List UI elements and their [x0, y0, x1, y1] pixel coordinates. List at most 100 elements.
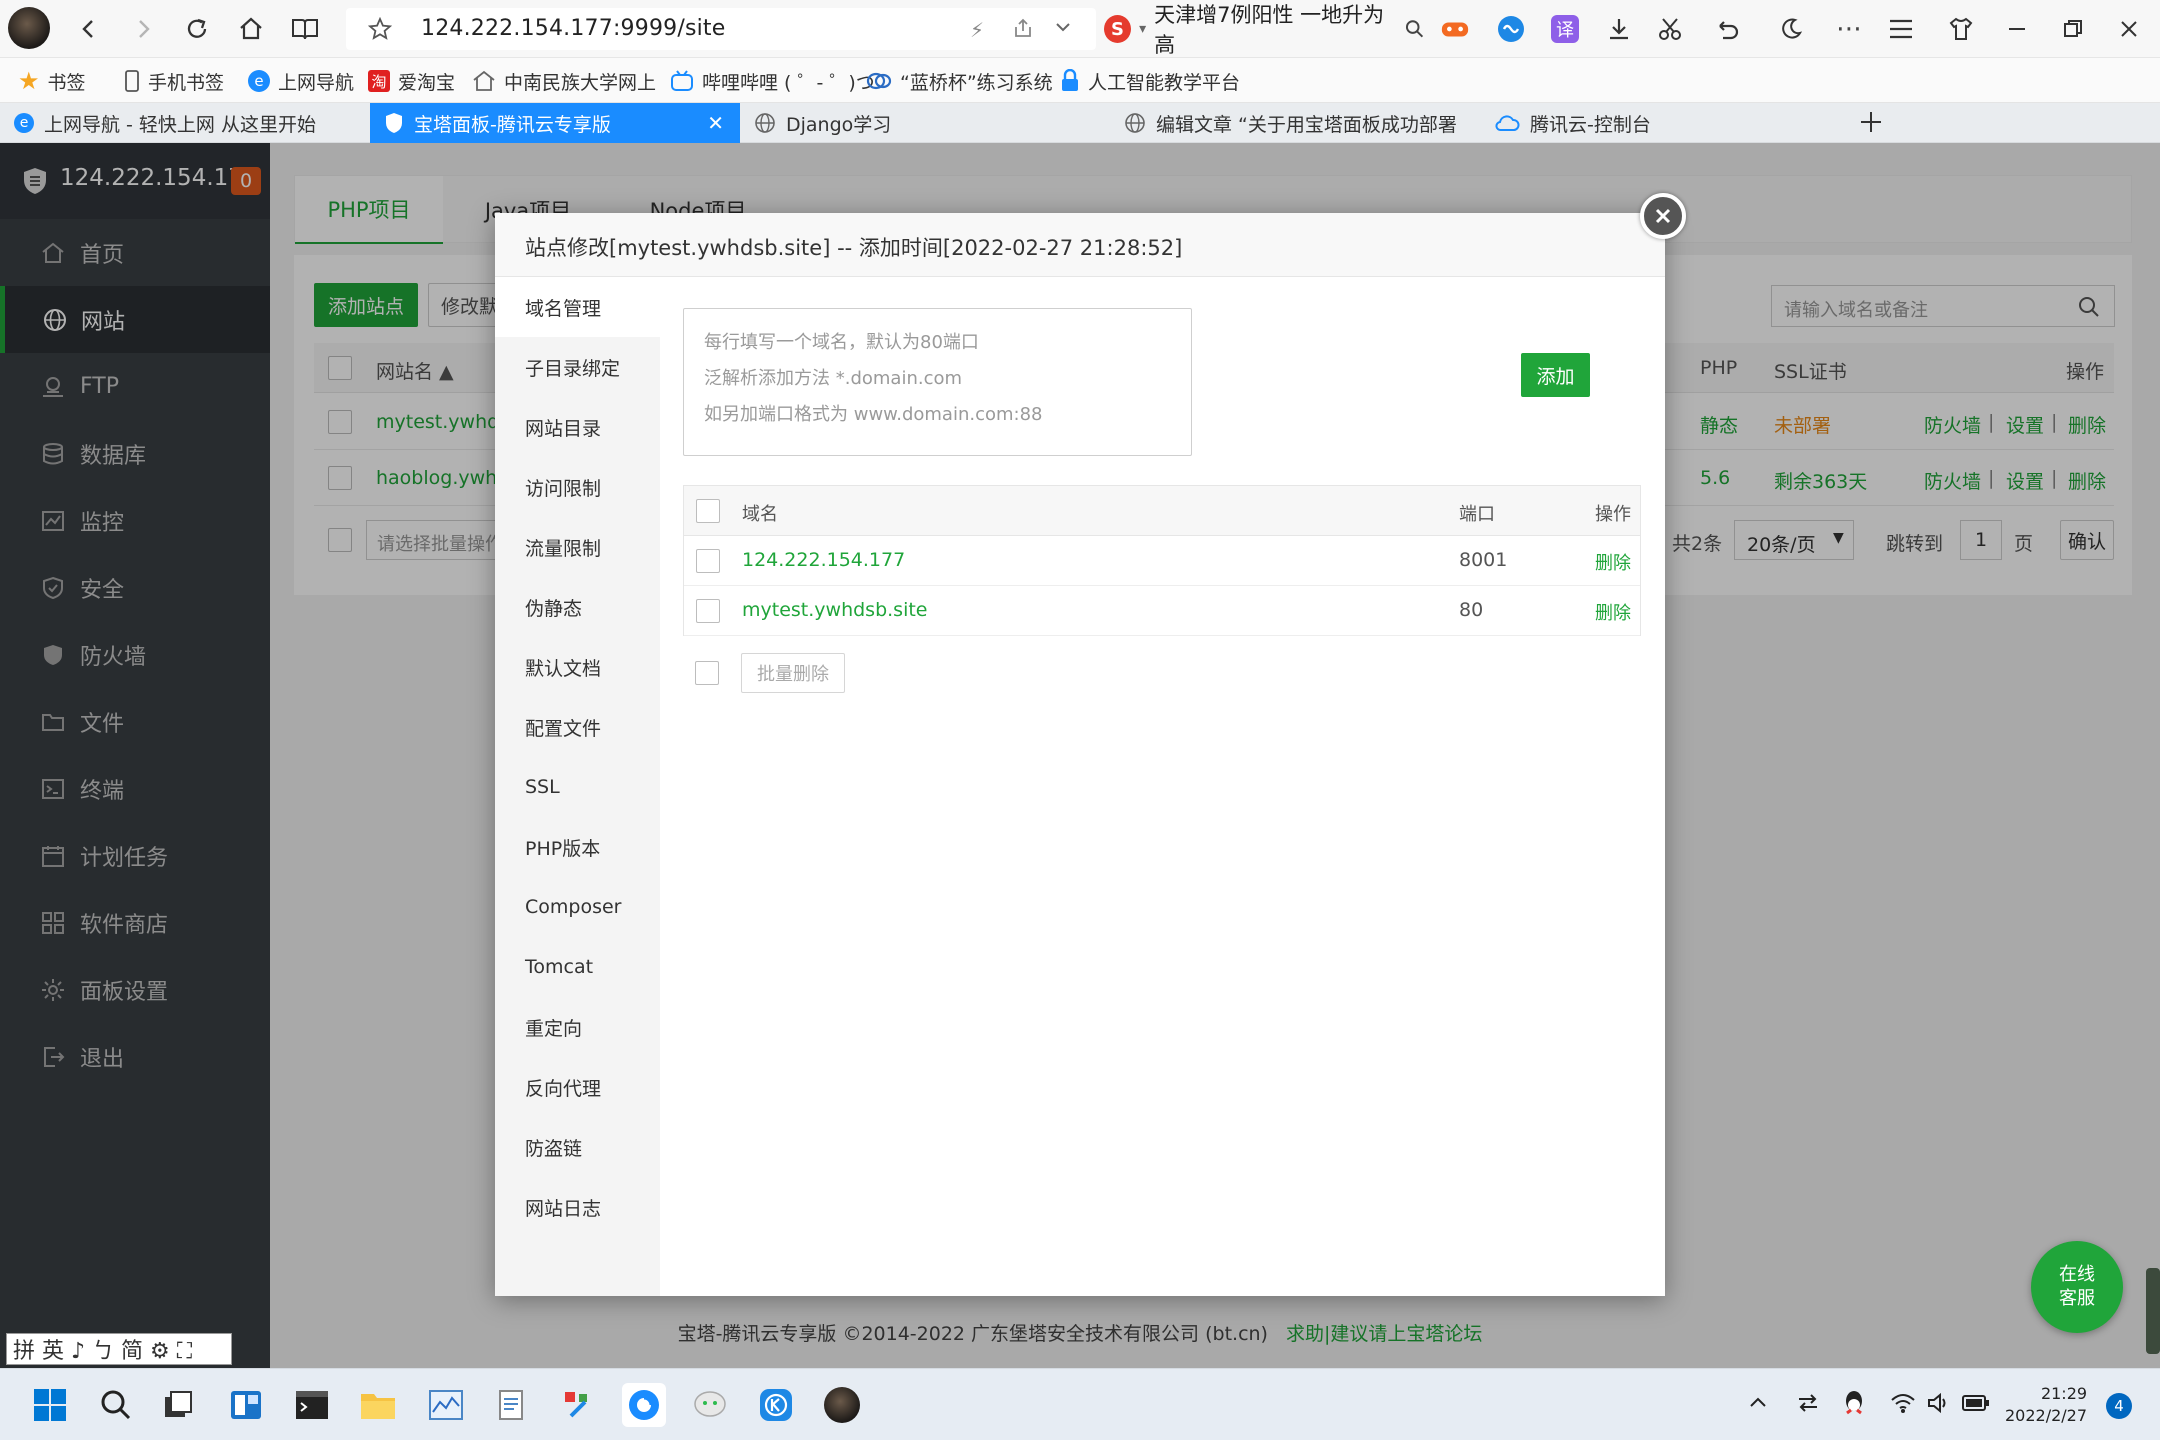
domain-link[interactable]: 124.222.154.177 — [742, 549, 905, 571]
bluetooth-transfer-icon[interactable] — [1796, 1391, 1820, 1415]
bookmark-bilibili[interactable]: 哔哩哔哩 ( ゜- ゜)つ — [670, 68, 875, 94]
menu-reverse-proxy[interactable]: 反向代理 — [495, 1057, 660, 1117]
share-icon[interactable] — [1012, 17, 1034, 39]
bookmark-ai[interactable]: 人工智能教学平台 — [1060, 68, 1240, 94]
tab-baota[interactable]: 宝塔面板-腾讯云专享版 ✕ — [370, 103, 740, 143]
online-service-button[interactable]: 在线 客服 — [2031, 1241, 2123, 1333]
k-app-icon[interactable] — [754, 1383, 798, 1427]
news-search-box[interactable]: S ▾ 天津增7例阳性 一地升为高 — [1104, 3, 1424, 57]
widgets-icon[interactable] — [224, 1383, 268, 1427]
scissors-icon[interactable] — [1656, 14, 1686, 44]
more-icon[interactable]: ⋯ — [1834, 14, 1864, 44]
news-headline[interactable]: 天津增7例阳性 一地升为高 — [1154, 0, 1397, 59]
notepad-icon[interactable] — [490, 1383, 534, 1427]
textarea-hint-line: 每行填写一个域名，默认为80端口 — [704, 332, 979, 353]
reader-icon[interactable] — [290, 14, 320, 44]
tab-tencent-cloud[interactable]: 腾讯云-控制台 — [1480, 103, 1850, 143]
bookmark-nav[interactable]: e 上网导航 — [248, 68, 354, 94]
translate-icon[interactable]: 译 — [1550, 14, 1580, 44]
game-icon[interactable] — [1440, 14, 1470, 44]
search-icon[interactable] — [1405, 19, 1424, 39]
ime-toolbar[interactable]: 拼 英 ♪ ㄅ 简 ⚙ ⛶ — [6, 1333, 232, 1365]
tab-nav[interactable]: e 上网导航 - 轻快上网 从这里开始 — [0, 103, 370, 143]
volume-icon[interactable] — [1926, 1391, 1950, 1415]
menu-site-directory[interactable]: 网站目录 — [495, 397, 660, 457]
side-scroll-widget[interactable] — [2146, 1268, 2160, 1354]
menu-ssl[interactable]: SSL — [495, 757, 660, 817]
extension-icon[interactable] — [1496, 14, 1526, 44]
row-checkbox[interactable] — [696, 549, 720, 573]
clock-time: 21:29 — [2040, 1384, 2088, 1403]
batch-checkbox[interactable] — [695, 661, 719, 685]
menu-traffic-limit[interactable]: 流量限制 — [495, 517, 660, 577]
tab-django[interactable]: Django学习 — [740, 103, 1110, 143]
url-text[interactable]: 124.222.154.177:9999/site — [421, 16, 726, 41]
undo-icon[interactable] — [1712, 14, 1742, 44]
close-dialog-button[interactable] — [1640, 193, 1686, 239]
terminal-icon[interactable] — [290, 1383, 334, 1427]
bookmark-taobao[interactable]: 淘爱淘宝 — [368, 68, 455, 94]
bookmark-lanqiao[interactable]: “蓝桥杯”练习系统 — [866, 68, 1053, 94]
download-icon[interactable] — [1604, 14, 1634, 44]
back-icon[interactable] — [74, 14, 104, 44]
wechat-icon[interactable] — [688, 1383, 732, 1427]
task-view-icon[interactable] — [156, 1383, 200, 1427]
notification-badge[interactable]: 4 — [2106, 1393, 2132, 1419]
delete-domain-link[interactable]: 删除 — [1595, 549, 1631, 575]
profile-avatar[interactable] — [8, 7, 50, 49]
delete-domain-link[interactable]: 删除 — [1595, 599, 1631, 625]
menu-php-version[interactable]: PHP版本 — [495, 817, 660, 877]
system-clock[interactable]: 21:29 2022/2/27 — [2005, 1383, 2087, 1427]
home-icon[interactable] — [236, 14, 266, 44]
reload-icon[interactable] — [182, 14, 212, 44]
menu-subdirectory-binding[interactable]: 子目录绑定 — [495, 337, 660, 397]
shirt-icon[interactable] — [1946, 14, 1976, 44]
domain-link[interactable]: mytest.ywhdsb.site — [742, 599, 927, 621]
menu-redirect[interactable]: 重定向 — [495, 997, 660, 1057]
bookmark-folder[interactable]: ★ 书签 — [18, 67, 86, 95]
paint-tool-icon[interactable] — [556, 1383, 600, 1427]
bookmark-school[interactable]: 中南民族大学网上 — [472, 68, 656, 94]
browser-icon[interactable] — [622, 1383, 666, 1427]
lightning-icon[interactable]: ⚡ — [970, 18, 984, 42]
start-icon[interactable] — [28, 1383, 72, 1427]
chevron-up-icon[interactable] — [1748, 1395, 1768, 1409]
menu-rewrite[interactable]: 伪静态 — [495, 577, 660, 637]
address-bar[interactable]: 124.222.154.177:9999/site ⚡ — [346, 8, 1096, 50]
star-icon[interactable] — [368, 17, 392, 41]
restore-icon[interactable] — [2058, 14, 2088, 44]
moon-icon[interactable] — [1776, 14, 1806, 44]
file-explorer-icon[interactable] — [356, 1383, 400, 1427]
add-domain-button[interactable]: 添加 — [1521, 353, 1590, 397]
search-icon[interactable] — [94, 1383, 138, 1427]
menu-site-logs[interactable]: 网站日志 — [495, 1177, 660, 1237]
bookmark-mobile[interactable]: 手机书签 — [124, 68, 224, 94]
menu-hotlink-protection[interactable]: 防盗链 — [495, 1117, 660, 1177]
dialog-title: 站点修改[mytest.ywhdsb.site] -- 添加时间[2022-02… — [525, 236, 1183, 260]
menu-tomcat[interactable]: Tomcat — [495, 937, 660, 997]
menu-config-file[interactable]: 配置文件 — [495, 697, 660, 757]
battery-icon[interactable] — [1962, 1393, 1990, 1413]
qq-icon[interactable] — [1842, 1389, 1866, 1417]
new-tab-icon[interactable] — [1858, 109, 1884, 135]
menu-default-doc[interactable]: 默认文档 — [495, 637, 660, 697]
menu-icon[interactable] — [1886, 14, 1916, 44]
chevron-down-icon[interactable] — [1054, 20, 1072, 34]
domain-table: 域名 端口 操作 124.222.154.177 8001 删除 mytest.… — [683, 485, 1641, 636]
menu-composer[interactable]: Composer — [495, 877, 660, 937]
forward-icon[interactable] — [128, 14, 158, 44]
close-icon[interactable] — [2114, 14, 2144, 44]
minimize-icon[interactable] — [2002, 14, 2032, 44]
batch-delete-button[interactable]: 批量删除 — [741, 653, 845, 693]
wifi-icon[interactable] — [1890, 1391, 1916, 1415]
menu-domain-management[interactable]: 域名管理 — [495, 277, 660, 337]
menu-access-limit[interactable]: 访问限制 — [495, 457, 660, 517]
tab-edit-article[interactable]: 编辑文章 “关于用宝塔面板成功部署dj — [1110, 103, 1480, 143]
domain-textarea[interactable]: 每行填写一个域名，默认为80端口 泛解析添加方法 *.domain.com 如另… — [683, 308, 1192, 456]
user-avatar-icon[interactable] — [820, 1383, 864, 1427]
close-tab-icon[interactable]: ✕ — [707, 111, 724, 135]
resource-monitor-icon[interactable] — [424, 1383, 468, 1427]
row-checkbox[interactable] — [696, 599, 720, 623]
select-all-checkbox[interactable] — [696, 499, 720, 523]
taobao-icon: 淘 — [368, 70, 390, 92]
